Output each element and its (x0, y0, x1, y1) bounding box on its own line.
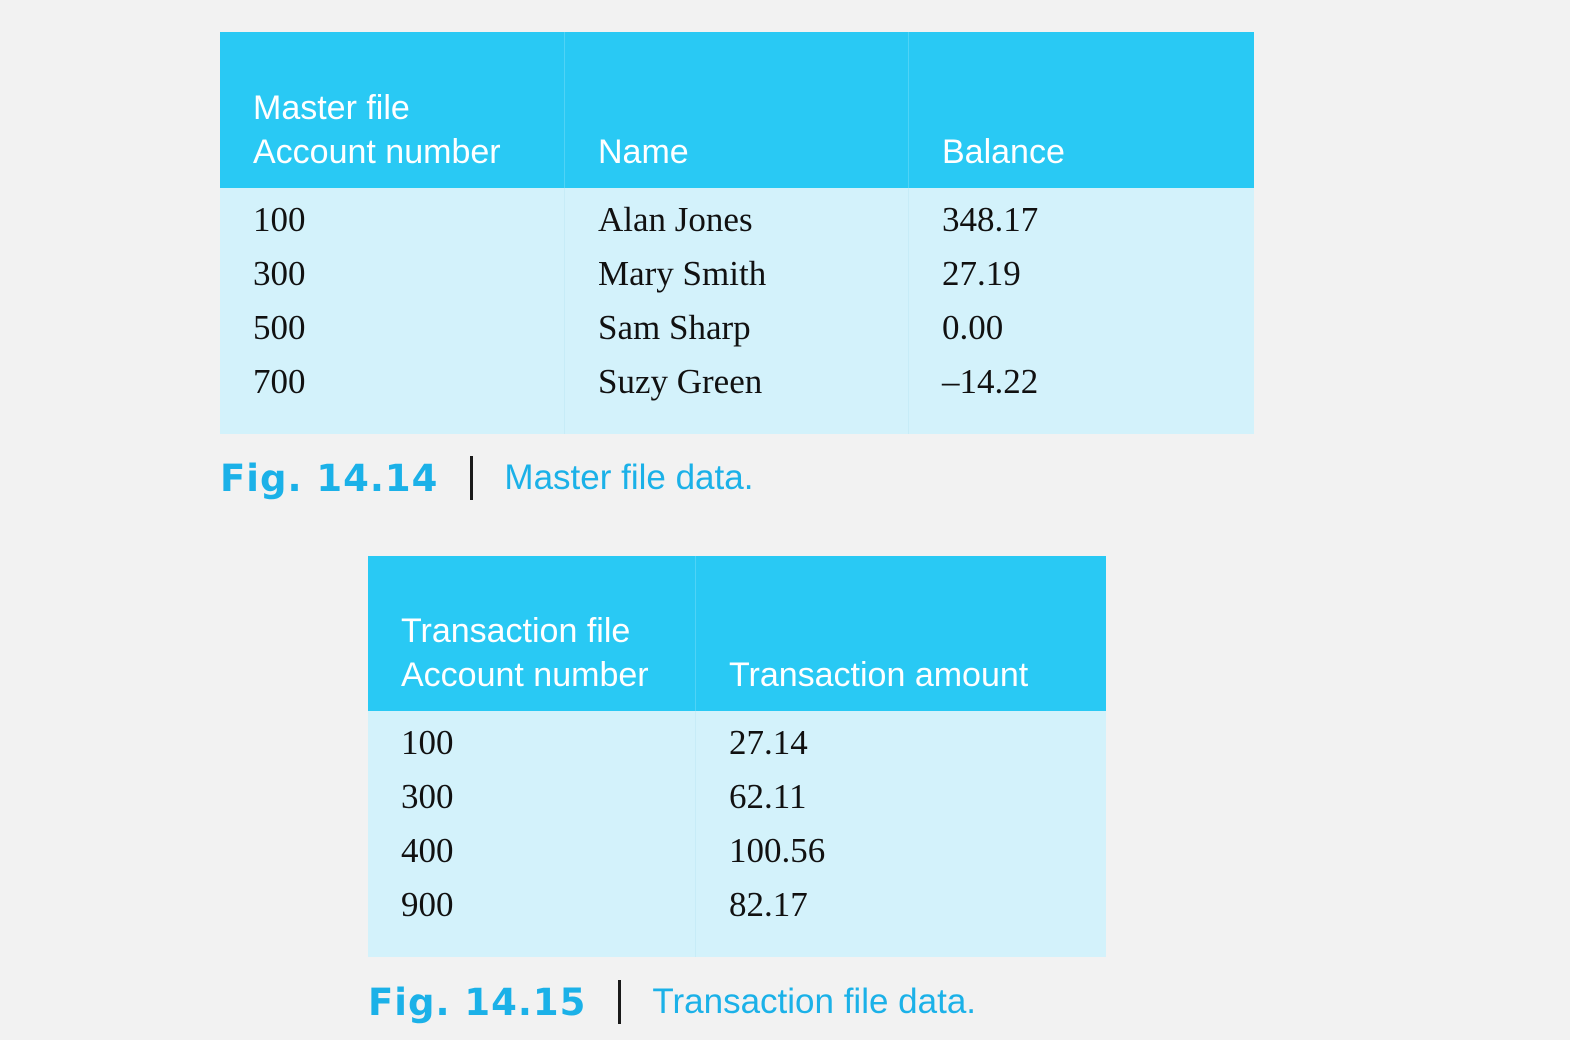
name-cell: Sam Sharp (565, 301, 909, 355)
transaction-amount-cell: 82.17 (696, 878, 1106, 957)
column-header-account-number: Transaction file Account number (368, 556, 696, 711)
table-row: 700 Suzy Green –14.22 (220, 355, 1254, 434)
balance-cell: 348.17 (909, 188, 1254, 247)
balance-cell: 0.00 (909, 301, 1254, 355)
figure-number: Fig. 14.14 (220, 456, 439, 500)
caption-divider (470, 456, 474, 500)
name-cell: Alan Jones (565, 188, 909, 247)
transaction-amount-cell: 62.11 (696, 770, 1106, 824)
caption-divider (618, 980, 622, 1024)
master-file-table: Master file Account number Name Balance … (220, 32, 1254, 434)
account-number-cell: 900 (368, 878, 696, 957)
account-number-cell: 100 (368, 711, 696, 770)
column-header-account-number: Master file Account number (220, 32, 565, 188)
name-cell: Suzy Green (565, 355, 909, 434)
table-row: 100 Alan Jones 348.17 (220, 188, 1254, 247)
header-row: Master file Account number Name Balance (220, 32, 1254, 188)
transaction-file-table: Transaction file Account number Transact… (368, 556, 1106, 957)
column-header-transaction-amount: Transaction amount (696, 556, 1106, 711)
table-row: 300 62.11 (368, 770, 1106, 824)
column-header-balance: Balance (909, 32, 1254, 188)
table-row: 400 100.56 (368, 824, 1106, 878)
balance-cell: 27.19 (909, 247, 1254, 301)
table-row: 500 Sam Sharp 0.00 (220, 301, 1254, 355)
account-number-cell: 400 (368, 824, 696, 878)
name-cell: Mary Smith (565, 247, 909, 301)
account-number-cell: 300 (220, 247, 565, 301)
caption-text: Master file data. (504, 458, 754, 497)
balance-cell: –14.22 (909, 355, 1254, 434)
figure-caption-14-14: Fig. 14.14 Master file data. (220, 456, 753, 500)
table-row: 100 27.14 (368, 711, 1106, 770)
account-number-cell: 300 (368, 770, 696, 824)
column-header-name: Name (565, 32, 909, 188)
account-number-cell: 700 (220, 355, 565, 434)
figure-caption-14-15: Fig. 14.15 Transaction file data. (368, 980, 976, 1024)
table-row: 300 Mary Smith 27.19 (220, 247, 1254, 301)
transaction-amount-cell: 100.56 (696, 824, 1106, 878)
account-number-cell: 100 (220, 188, 565, 247)
table-row: 900 82.17 (368, 878, 1106, 957)
caption-text: Transaction file data. (652, 982, 977, 1021)
header-row: Transaction file Account number Transact… (368, 556, 1106, 711)
figure-number: Fig. 14.15 (368, 980, 587, 1024)
account-number-cell: 500 (220, 301, 565, 355)
transaction-amount-cell: 27.14 (696, 711, 1106, 770)
